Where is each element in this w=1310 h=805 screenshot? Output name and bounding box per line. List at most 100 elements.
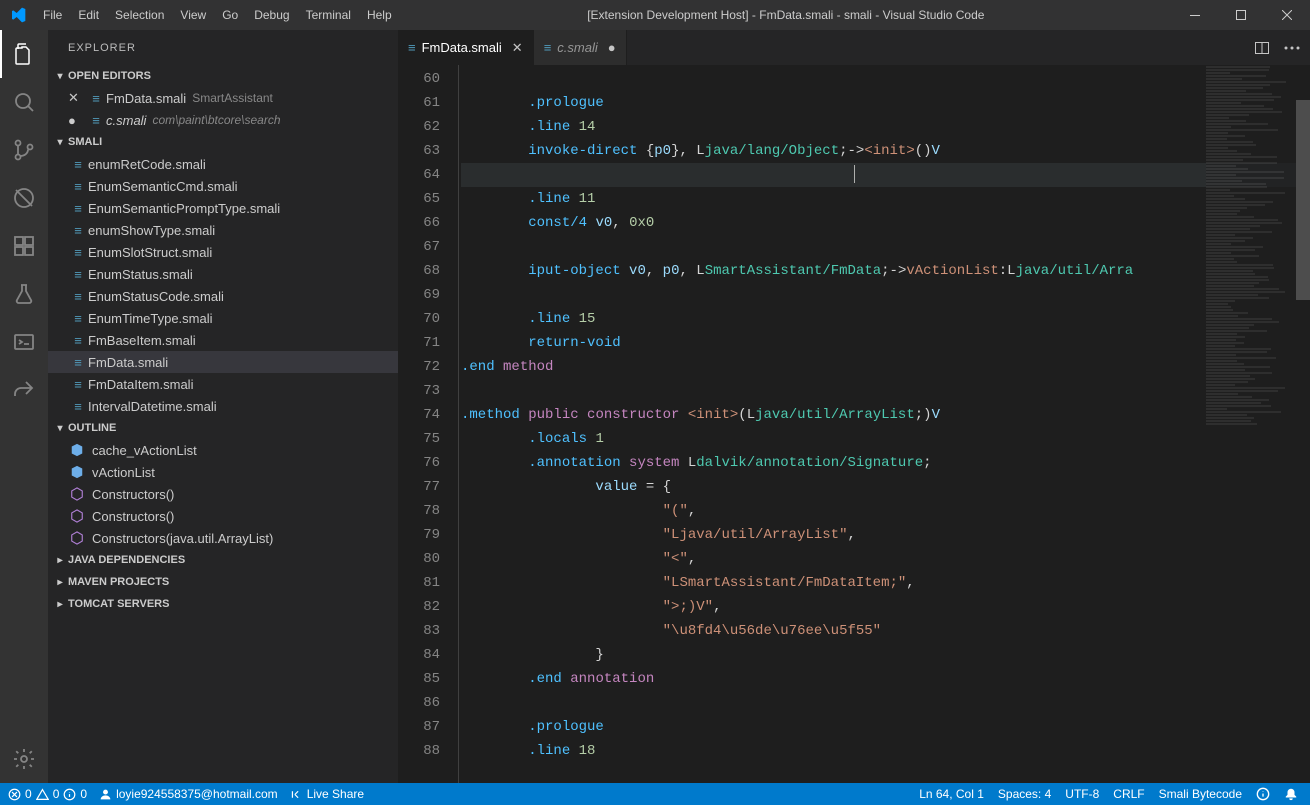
code-line[interactable]: ">;)V", (461, 595, 1310, 619)
code-line[interactable]: "LSmartAssistant/FmDataItem;", (461, 571, 1310, 595)
file-item[interactable]: ≡EnumTimeType.smali (48, 307, 398, 329)
status-feedback-icon[interactable] (1256, 787, 1270, 801)
code-line[interactable] (461, 67, 1310, 91)
outline-item[interactable]: cache_vActionList (48, 439, 398, 461)
code-line[interactable]: return-void (461, 331, 1310, 355)
code-line[interactable]: value = { (461, 475, 1310, 499)
section-header-collapsed[interactable]: ▸MAVEN PROJECTS (48, 571, 398, 593)
split-editor-icon[interactable] (1254, 40, 1270, 56)
scrollbar-thumb[interactable] (1296, 100, 1310, 300)
code-line[interactable]: .line 18 (461, 739, 1310, 763)
status-liveshare[interactable]: Live Share (290, 787, 364, 801)
code-line[interactable]: .locals 1 (461, 427, 1310, 451)
code-line[interactable]: .line 14 (461, 115, 1310, 139)
code-line[interactable]: .prologue (461, 91, 1310, 115)
code-line[interactable]: .line 11 (461, 187, 1310, 211)
close-icon[interactable]: ✕ (68, 90, 86, 106)
file-item[interactable]: ≡EnumSlotStruct.smali (48, 241, 398, 263)
code-line[interactable]: const/4 v0, 0x0 (461, 211, 1310, 235)
menu-terminal[interactable]: Terminal (298, 0, 359, 30)
file-item[interactable]: ≡enumShowType.smali (48, 219, 398, 241)
status-problems[interactable]: 0 0 0 (8, 787, 87, 801)
outline-item[interactable]: Constructors() (48, 483, 398, 505)
source-control-icon[interactable] (0, 126, 48, 174)
file-item[interactable]: ≡EnumSemanticCmd.smali (48, 175, 398, 197)
minimap[interactable] (1206, 65, 1296, 783)
status-language[interactable]: Smali Bytecode (1159, 787, 1242, 801)
minimize-button[interactable] (1172, 0, 1218, 30)
code-line[interactable] (461, 283, 1310, 307)
file-item[interactable]: ≡EnumSemanticPromptType.smali (48, 197, 398, 219)
code-line[interactable] (461, 691, 1310, 715)
file-item[interactable]: ≡FmDataItem.smali (48, 373, 398, 395)
file-item[interactable]: ≡EnumStatus.smali (48, 263, 398, 285)
menu-selection[interactable]: Selection (107, 0, 172, 30)
code-line[interactable]: invoke-direct {p0}, Ljava/lang/Object;->… (461, 139, 1310, 163)
code-line[interactable]: .prologue (461, 715, 1310, 739)
close-icon[interactable]: ✕ (512, 40, 523, 56)
code-line[interactable]: } (461, 643, 1310, 667)
open-editor-item[interactable]: ✕≡FmData.smaliSmartAssistant (48, 87, 398, 109)
test-icon[interactable] (0, 270, 48, 318)
code-line[interactable]: "(", (461, 499, 1310, 523)
section-header-collapsed[interactable]: ▸JAVA DEPENDENCIES (48, 549, 398, 571)
code-line[interactable]: .line 15 (461, 307, 1310, 331)
search-icon[interactable] (0, 78, 48, 126)
file-item[interactable]: ≡FmData.smali (48, 351, 398, 373)
explorer-icon[interactable] (0, 30, 48, 78)
extensions-icon[interactable] (0, 222, 48, 270)
file-item[interactable]: ≡FmBaseItem.smali (48, 329, 398, 351)
liveshare-icon[interactable] (0, 366, 48, 414)
status-cursor-position[interactable]: Ln 64, Col 1 (919, 787, 984, 801)
code-line[interactable] (461, 163, 1310, 187)
settings-gear-icon[interactable] (0, 735, 48, 783)
menu-edit[interactable]: Edit (70, 0, 107, 30)
code-line[interactable]: iput-object v0, p0, LSmartAssistant/FmDa… (461, 259, 1310, 283)
status-encoding[interactable]: UTF-8 (1065, 787, 1099, 801)
code-line[interactable] (461, 235, 1310, 259)
section-header-collapsed[interactable]: ▸TOMCAT SERVERS (48, 593, 398, 615)
maximize-button[interactable] (1218, 0, 1264, 30)
code-line[interactable] (461, 379, 1310, 403)
close-button[interactable] (1264, 0, 1310, 30)
debug-icon[interactable] (0, 174, 48, 222)
code-line[interactable]: "\u8fd4\u56de\u76ee\u5f55" (461, 619, 1310, 643)
file-item[interactable]: ≡IntervalDatetime.smali (48, 395, 398, 417)
open-editors-header[interactable]: ▾ OPEN EDITORS (48, 65, 398, 87)
code-line[interactable]: .annotation system Ldalvik/annotation/Si… (461, 451, 1310, 475)
status-eol[interactable]: CRLF (1113, 787, 1144, 801)
code-line[interactable]: .end method (461, 355, 1310, 379)
method-icon (70, 531, 92, 545)
outline-item[interactable]: Constructors(java.util.ArrayList) (48, 527, 398, 549)
code-line[interactable]: "<", (461, 547, 1310, 571)
editor-tab[interactable]: ≡FmData.smali✕ (398, 30, 534, 65)
status-account[interactable]: loyie924558375@hotmail.com (99, 787, 278, 801)
menu-view[interactable]: View (172, 0, 214, 30)
status-notifications-icon[interactable] (1284, 787, 1298, 801)
menu-debug[interactable]: Debug (246, 0, 297, 30)
code-line[interactable]: "Ljava/util/ArrayList", (461, 523, 1310, 547)
file-item[interactable]: ≡EnumStatusCode.smali (48, 285, 398, 307)
outline-header[interactable]: ▾ OUTLINE (48, 417, 398, 439)
menu-file[interactable]: File (35, 0, 70, 30)
file-item[interactable]: ≡enumRetCode.smali (48, 153, 398, 175)
smali-header[interactable]: ▾ SMALI (48, 131, 398, 153)
file-name: FmBaseItem.smali (88, 333, 196, 348)
modified-indicator-icon[interactable]: ● (608, 40, 616, 55)
terminal-panel-icon[interactable] (0, 318, 48, 366)
code-content[interactable]: .prologue .line 14 invoke-direct {p0}, L… (458, 65, 1310, 783)
open-editor-item[interactable]: ≡c.smalicom\paint\btcore\search (48, 109, 398, 131)
menu-go[interactable]: Go (214, 0, 246, 30)
code-line[interactable]: .method public constructor <init>(Ljava/… (461, 403, 1310, 427)
editor-body[interactable]: 6061626364656667686970717273747576777879… (398, 65, 1310, 783)
status-indentation[interactable]: Spaces: 4 (998, 787, 1051, 801)
editor-tab[interactable]: ≡c.smali● (534, 30, 627, 65)
outline-item[interactable]: Constructors() (48, 505, 398, 527)
outline-item[interactable]: vActionList (48, 461, 398, 483)
open-editors-label: OPEN EDITORS (68, 70, 151, 82)
more-actions-icon[interactable] (1284, 46, 1300, 50)
outline-label: Constructors() (92, 509, 174, 524)
menu-help[interactable]: Help (359, 0, 400, 30)
code-line[interactable]: .end annotation (461, 667, 1310, 691)
modified-indicator-icon[interactable] (68, 113, 86, 128)
